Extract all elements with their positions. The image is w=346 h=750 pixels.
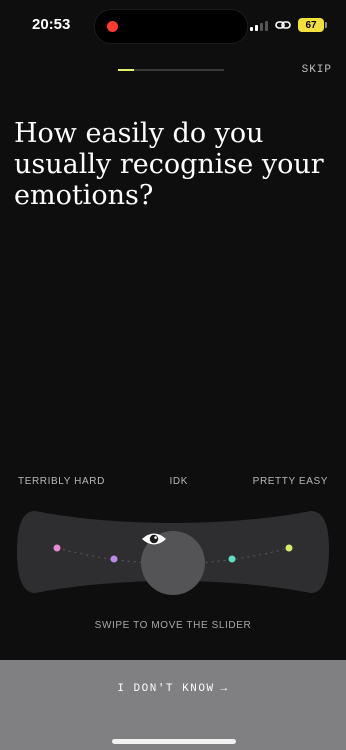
scale-label-low: TERRIBLY HARD [18,476,105,487]
i-dont-know-label: I DON'T KNOW [117,683,215,695]
onboarding-progress-bar [118,69,224,71]
battery-icon: 67 [298,18,327,32]
skip-button[interactable]: SKIP [302,64,332,76]
slider-hint: SWIPE TO MOVE THE SLIDER [94,620,252,631]
dynamic-island [94,9,248,44]
cellular-signal-icon [250,20,268,31]
question-title: How easily do you usually recognise your… [14,118,324,211]
scale-label-high: PRETTY EASY [252,476,328,487]
status-bar: 20:53 67 [0,0,346,52]
slider-point-1[interactable] [53,544,61,552]
slider-point-3[interactable] [228,555,236,563]
bottom-panel: I DON'T KNOW → [0,660,346,750]
personal-hotspot-icon [275,21,291,29]
status-time: 20:53 [32,16,71,33]
slider-knob[interactable] [141,531,205,595]
eye-icon [142,533,166,545]
slider-point-2[interactable] [110,555,118,563]
scale-label-mid: IDK [169,476,189,487]
slider-point-4[interactable] [285,544,293,552]
emotion-recognition-slider[interactable] [17,507,329,597]
scale-labels: TERRIBLY HARD IDK PRETTY EASY [18,476,328,487]
i-dont-know-button[interactable]: I DON'T KNOW → [0,660,346,718]
home-indicator[interactable] [112,739,236,744]
arrow-right-icon: → [220,683,229,695]
status-icons: 67 [250,18,327,32]
recording-indicator-icon [107,21,118,32]
onboarding-progress-fill [118,69,134,71]
